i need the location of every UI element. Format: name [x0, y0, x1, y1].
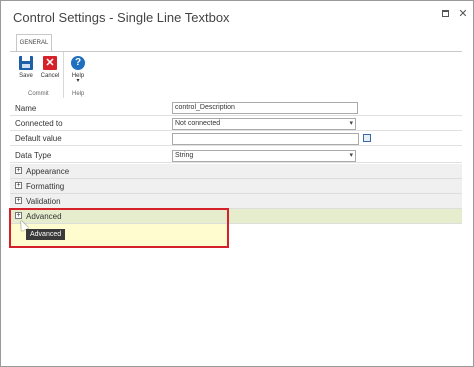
group-label-help: Help — [72, 91, 85, 97]
close-icon[interactable]: ✕ — [456, 7, 470, 21]
data-type-label: Data Type — [15, 151, 52, 160]
tab-general[interactable]: GENERAL — [16, 34, 52, 51]
save-button[interactable]: Save — [16, 56, 36, 79]
section-formatting[interactable]: + Formatting — [10, 179, 462, 194]
help-icon: ? — [71, 56, 85, 70]
name-label: Name — [15, 104, 37, 113]
save-icon — [19, 56, 33, 70]
section-label: Formatting — [26, 182, 65, 191]
expand-icon: + — [15, 167, 22, 174]
chevron-down-icon: ▾ — [76, 78, 80, 84]
expand-icon: + — [15, 182, 22, 189]
maximize-icon[interactable] — [438, 7, 452, 21]
dialog-title: Control Settings - Single Line Textbox — [13, 10, 230, 25]
expand-icon: + — [15, 197, 22, 204]
cancel-icon: ✕ — [43, 56, 57, 70]
connected-to-label: Connected to — [15, 119, 63, 128]
chevron-down-icon: ▾ — [349, 120, 353, 127]
tooltip: Advanced — [26, 229, 66, 240]
group-label-commit: Commit — [28, 91, 49, 97]
data-type-value: String — [175, 152, 194, 159]
cancel-button[interactable]: ✕ Cancel — [39, 56, 61, 79]
section-appearance[interactable]: + Appearance — [10, 164, 462, 179]
expression-builder-icon[interactable] — [363, 134, 371, 142]
connected-to-value: Not connected — [175, 120, 221, 127]
help-button[interactable]: ? Help ▾ — [68, 56, 88, 84]
connected-to-select[interactable]: Not connected ▾ — [172, 118, 356, 130]
section-label: Appearance — [26, 167, 70, 176]
name-input[interactable]: control_Description — [172, 102, 358, 114]
default-value-label: Default value — [15, 134, 62, 143]
section-label: Validation — [26, 197, 61, 206]
cancel-label: Cancel — [40, 73, 60, 79]
highlight-box — [9, 208, 229, 248]
data-type-select[interactable]: String ▾ — [172, 150, 356, 162]
section-validation[interactable]: + Validation — [10, 194, 462, 209]
ribbon-divider — [63, 52, 64, 98]
save-label: Save — [19, 73, 33, 79]
default-value-input[interactable] — [172, 133, 359, 145]
chevron-down-icon: ▾ — [349, 152, 353, 159]
